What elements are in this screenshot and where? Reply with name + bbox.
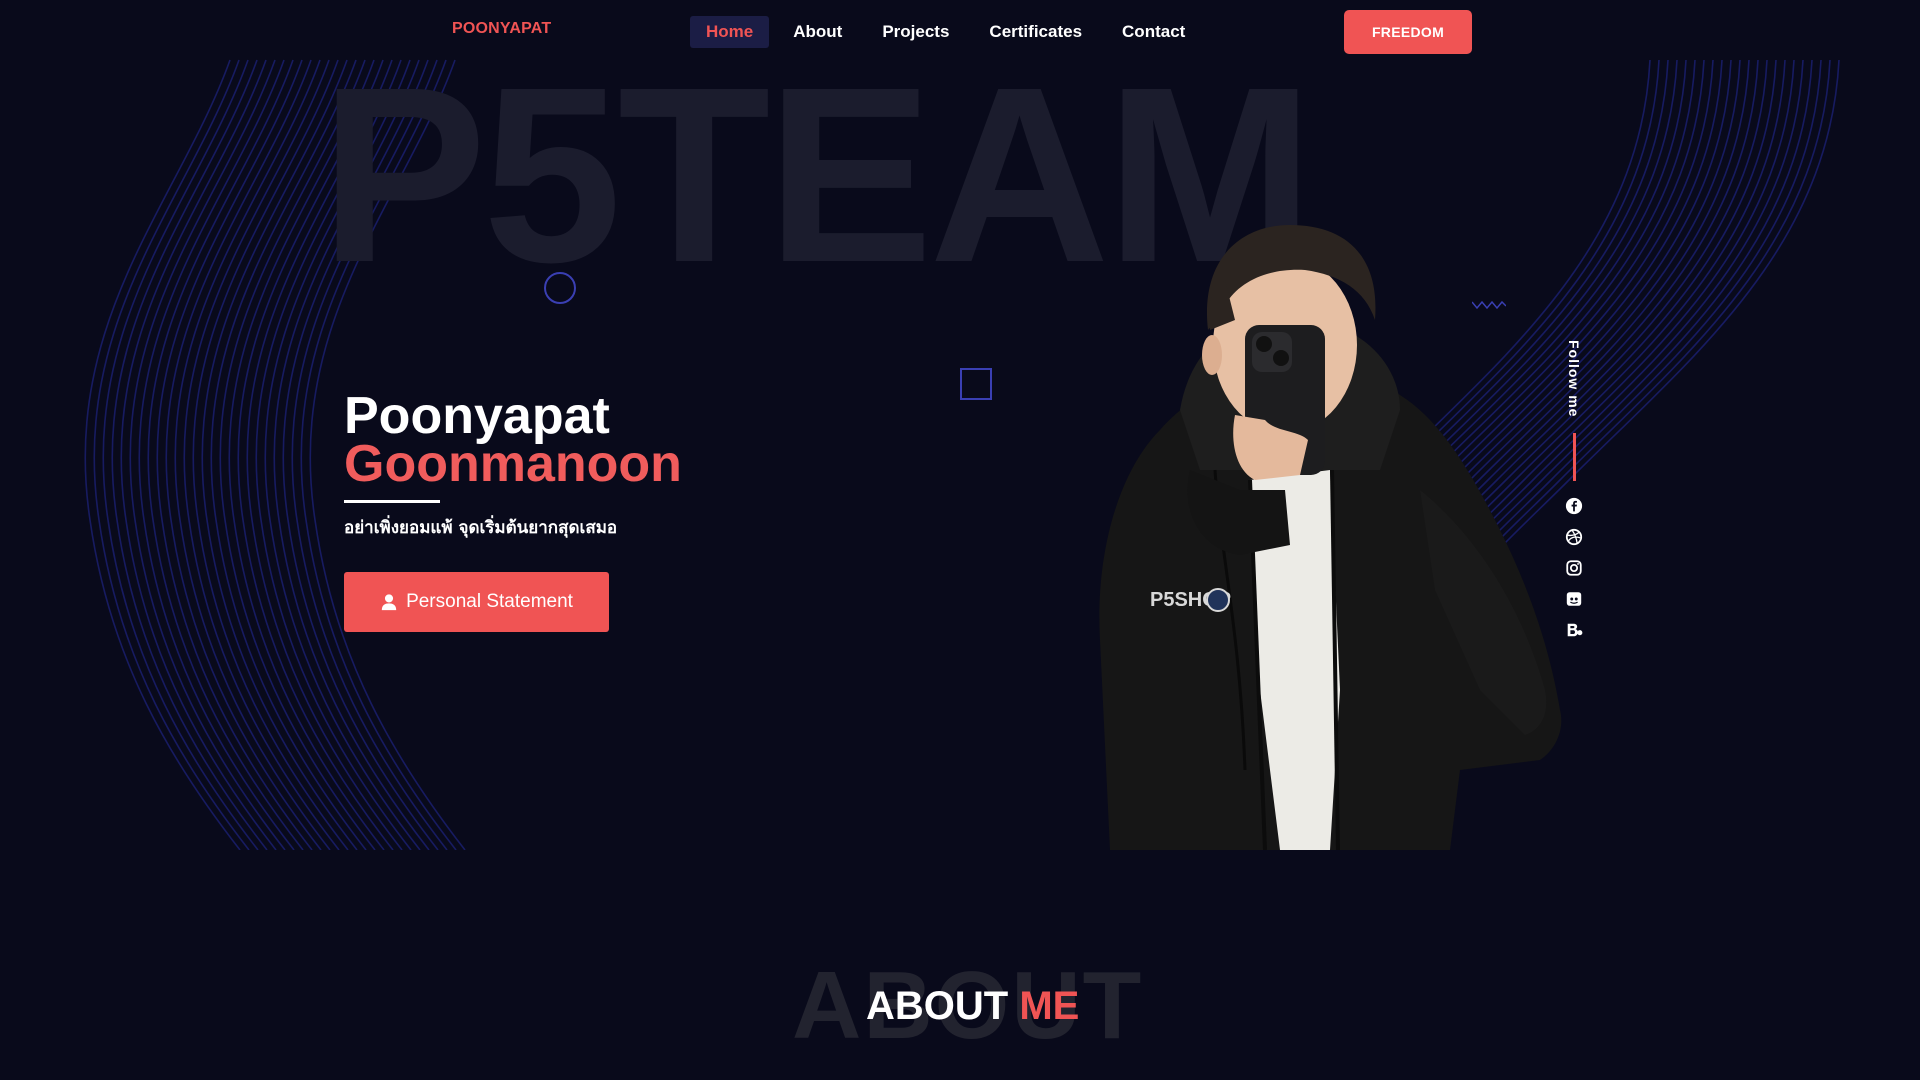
nav-projects[interactable]: Projects bbox=[866, 16, 965, 48]
nav-certificates[interactable]: Certificates bbox=[973, 16, 1098, 48]
wave-line bbox=[156, 59, 313, 850]
discord-icon[interactable] bbox=[1565, 590, 1583, 608]
decorative-square bbox=[960, 368, 992, 400]
hero-last-name: Goonmanoon bbox=[344, 435, 682, 493]
wave-line bbox=[120, 59, 277, 850]
facebook-icon[interactable] bbox=[1565, 497, 1583, 515]
wave-line bbox=[129, 59, 286, 850]
behance-icon[interactable] bbox=[1565, 621, 1583, 639]
wave-line bbox=[147, 59, 304, 850]
about-title: ABOUT ME bbox=[866, 986, 1079, 1026]
wave-line bbox=[165, 59, 322, 850]
hero-divider bbox=[344, 500, 440, 503]
about-title-word2: ME bbox=[1019, 984, 1080, 1028]
user-icon bbox=[381, 594, 397, 611]
nav-contact[interactable]: Contact bbox=[1106, 16, 1201, 48]
follow-divider bbox=[1572, 433, 1576, 482]
nav-about[interactable]: About bbox=[777, 16, 858, 48]
wave-line bbox=[84, 59, 241, 850]
instagram-icon[interactable] bbox=[1565, 559, 1583, 577]
site-logo[interactable]: POONYAPAT bbox=[452, 20, 551, 38]
freedom-button[interactable]: FREEDOM bbox=[1344, 10, 1472, 54]
wave-line bbox=[138, 59, 295, 850]
follow-me-sidebar: Follow me bbox=[1562, 340, 1586, 652]
follow-me-label: Follow me bbox=[1566, 340, 1582, 418]
page: P5TEAM POONYAPAT Home About Projects Cer… bbox=[0, 0, 1920, 1080]
about-title-word1: ABOUT bbox=[866, 984, 1009, 1028]
main-nav: Home About Projects Certificates Contact bbox=[690, 16, 1209, 48]
profile-photo: P5SHOP bbox=[1099, 225, 1562, 850]
wave-line bbox=[183, 59, 340, 850]
wave-line bbox=[174, 59, 331, 850]
hero-tagline: อย่าเพิ่งยอมแพ้ จุดเริ่มต้นยากสุดเสมอ bbox=[344, 518, 618, 538]
personal-statement-label: Personal Statement bbox=[406, 591, 573, 612]
decorative-circle bbox=[544, 272, 576, 304]
wave-line bbox=[111, 59, 268, 850]
wave-line bbox=[102, 59, 259, 850]
dribbble-icon[interactable] bbox=[1565, 528, 1583, 546]
site-header: POONYAPAT Home About Projects Certificat… bbox=[0, 0, 1920, 64]
nav-home[interactable]: Home bbox=[690, 16, 770, 48]
wave-line bbox=[93, 59, 250, 850]
personal-statement-button[interactable]: Personal Statement bbox=[344, 572, 609, 632]
